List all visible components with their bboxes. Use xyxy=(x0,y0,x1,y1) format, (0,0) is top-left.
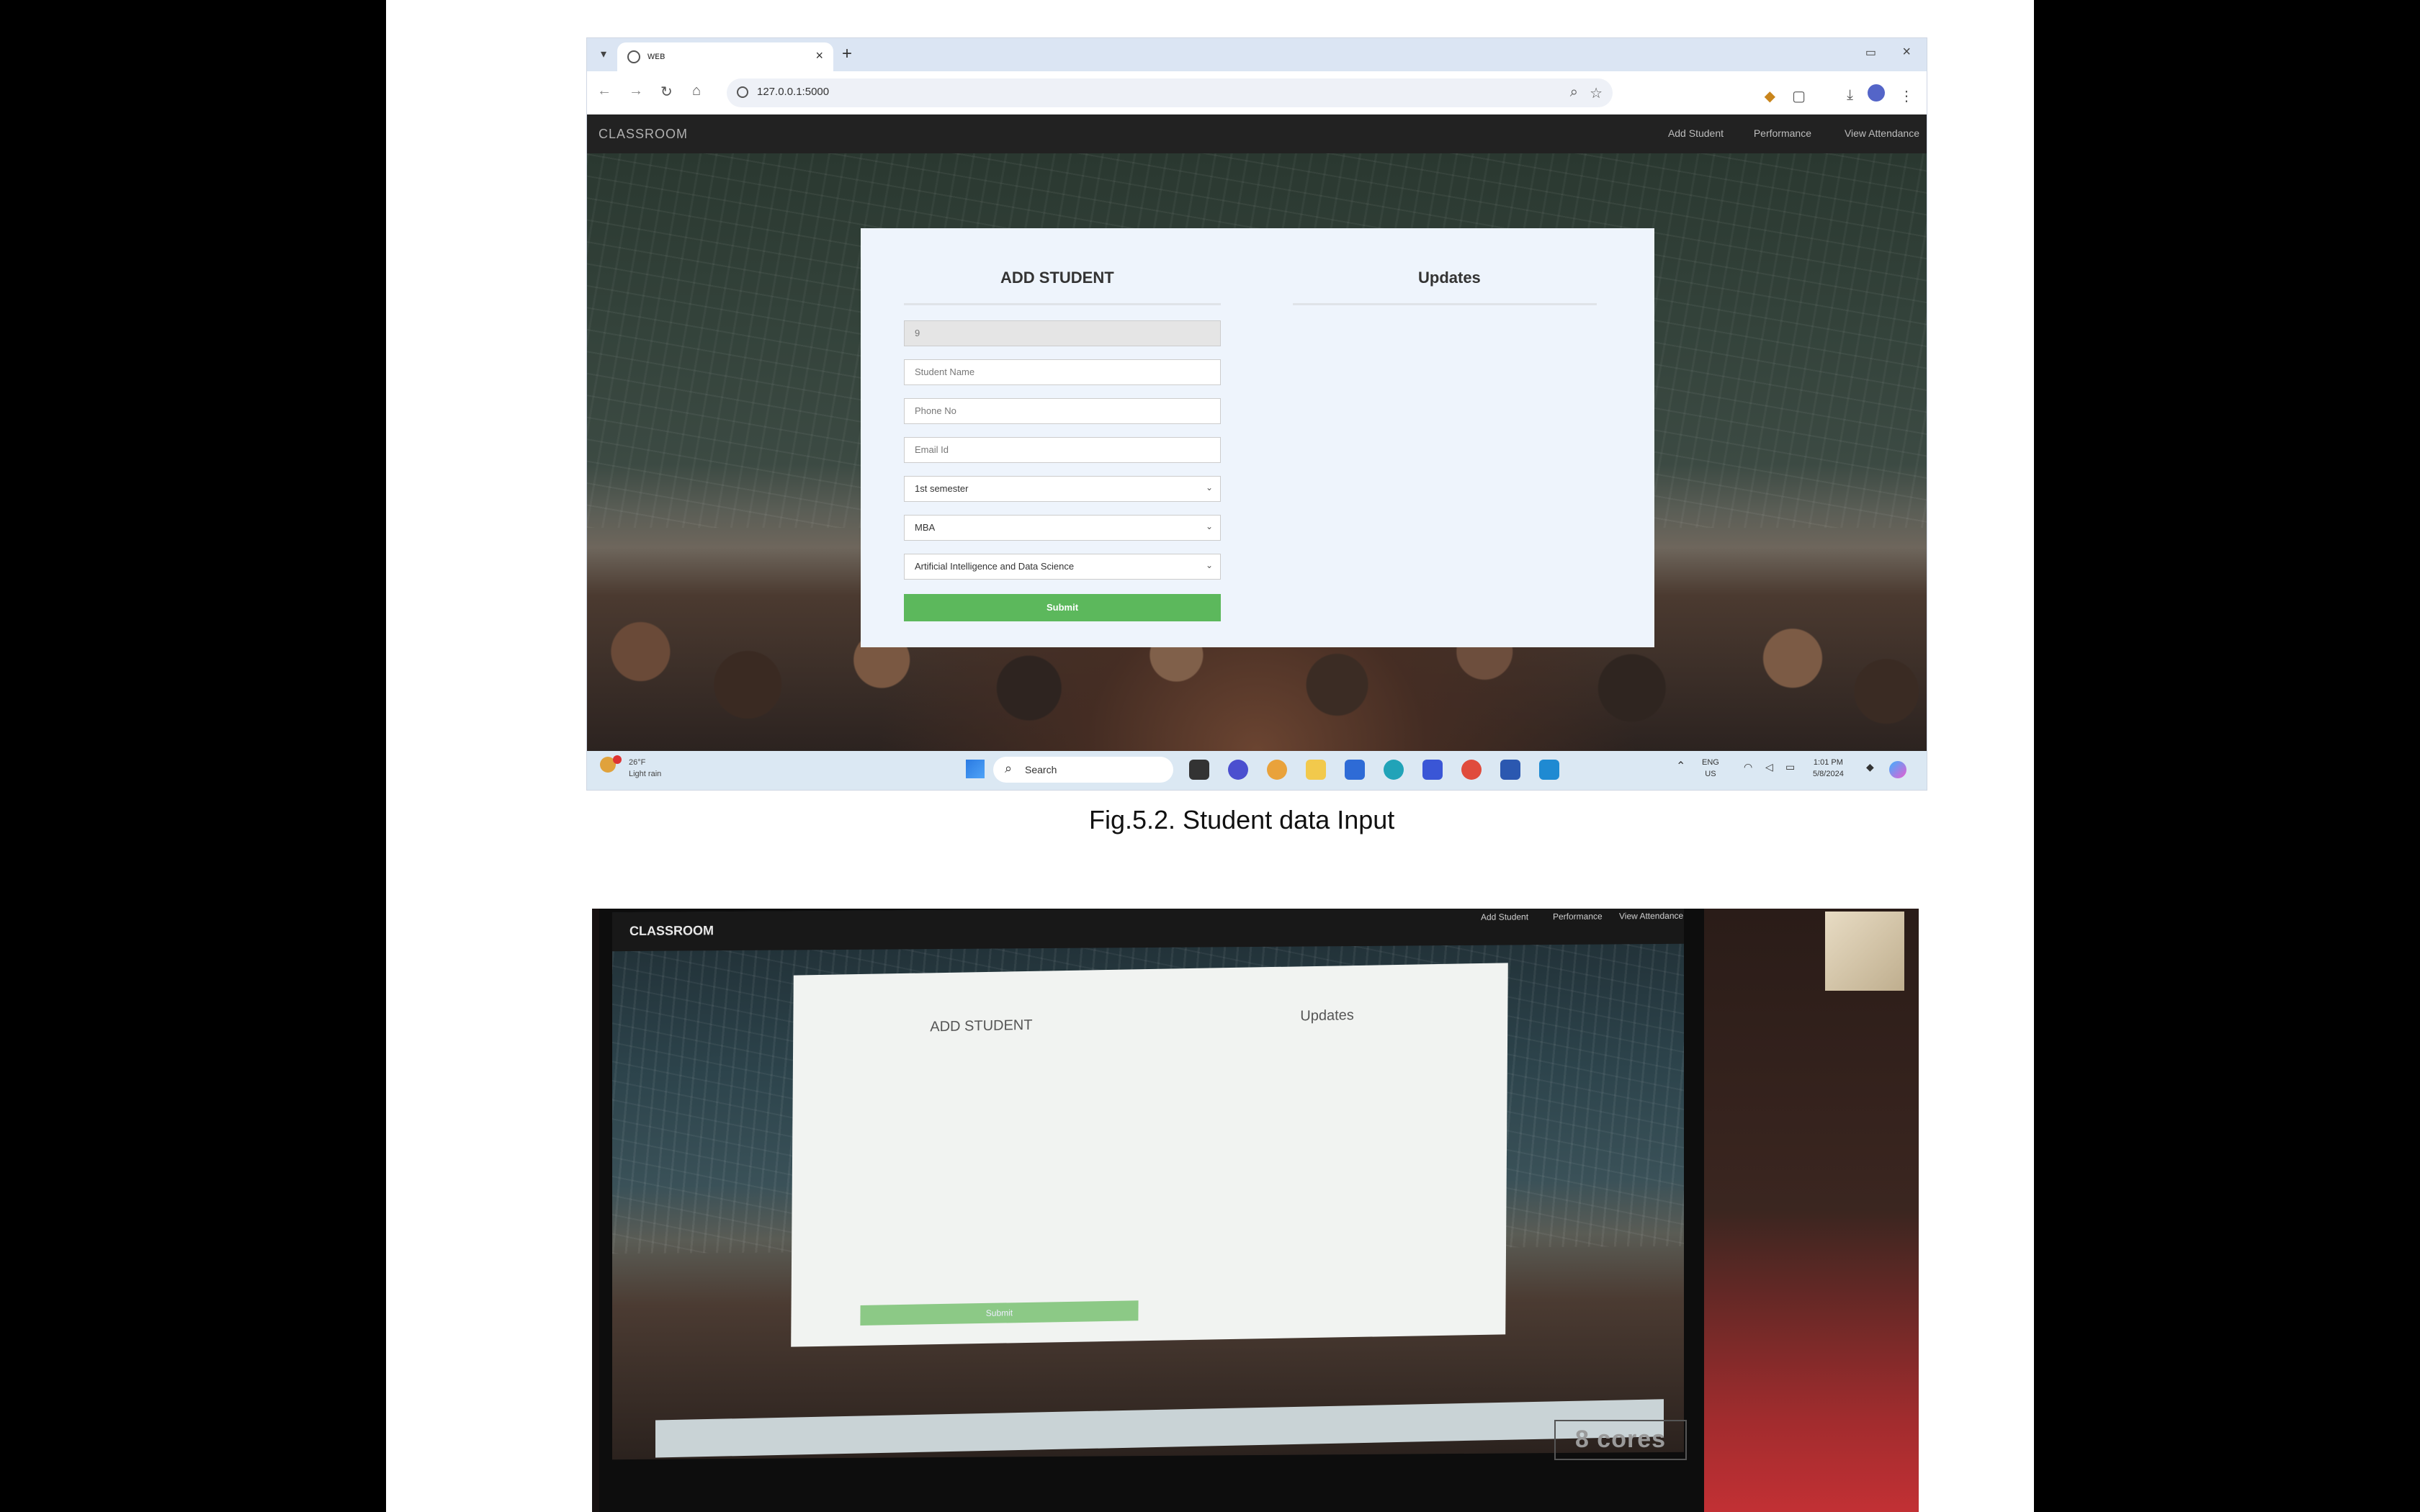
chrome-app-icon[interactable] xyxy=(1461,760,1482,780)
phone-input[interactable]: Phone No xyxy=(904,398,1221,424)
updates-title: Updates xyxy=(1418,269,1481,287)
site-info-icon[interactable] xyxy=(737,86,748,98)
tray-overflow-icon[interactable]: ⌃ xyxy=(1676,761,1685,773)
url-text: 127.0.0.1:5000 xyxy=(757,86,830,98)
clock-time: 1:01 PM xyxy=(1813,758,1843,767)
weather-temp: 26°F xyxy=(629,758,646,767)
clock[interactable]: 1:01 PM 5/8/2024 xyxy=(1813,757,1844,780)
weather-widget[interactable]: 26°F Light rain xyxy=(629,757,661,780)
window-close-icon[interactable]: × xyxy=(1902,44,1911,60)
photo-updates-title: Updates xyxy=(1300,1007,1354,1025)
battery-icon[interactable]: ▭ xyxy=(1785,761,1795,773)
file-explorer-icon[interactable] xyxy=(1306,760,1326,780)
region-code: US xyxy=(1705,770,1716,778)
monitor-label: 8 cores xyxy=(1554,1420,1687,1460)
notification-badge xyxy=(613,755,622,764)
task-view-icon[interactable] xyxy=(1189,760,1209,780)
zoom-icon[interactable]: ⌕ xyxy=(1570,84,1578,101)
student-id-field[interactable]: 9 xyxy=(904,320,1221,346)
close-tab-icon[interactable]: × xyxy=(815,48,823,63)
extension-icon[interactable]: ◆ xyxy=(1765,87,1775,105)
browser-toolbar: ← → ↻ ⌂ 127.0.0.1:5000 ⌕ ☆ ◆ ▢ ⤓ ⋮ xyxy=(587,71,1927,114)
photo-app-brand: CLASSROOM xyxy=(629,923,714,939)
photo-taskbar xyxy=(655,1399,1664,1458)
updates-divider xyxy=(1293,303,1597,305)
department-value: Artificial Intelligence and Data Science xyxy=(915,561,1075,572)
tab-strip: ▾ ᴡᴇʙ × + ▭ × xyxy=(587,38,1927,71)
back-icon[interactable]: ← xyxy=(597,83,611,99)
form-title: ADD STUDENT xyxy=(1000,269,1114,287)
store-icon[interactable] xyxy=(1345,760,1365,780)
chevron-down-icon: ⌄ xyxy=(1205,482,1213,492)
vscode-icon[interactable] xyxy=(1539,760,1559,780)
windows-start-icon[interactable] xyxy=(966,760,985,778)
extensions-puzzle-icon[interactable]: ▢ xyxy=(1792,87,1806,105)
photo-nav-performance: Performance xyxy=(1553,911,1603,922)
volume-icon[interactable]: ◁ xyxy=(1765,761,1773,773)
photo-form-card: ADD STUDENT Updates Submit xyxy=(791,963,1508,1347)
department-select[interactable]: Artificial Intelligence and Data Science… xyxy=(904,554,1221,580)
reload-icon[interactable]: ↻ xyxy=(660,83,673,101)
nav-add-student[interactable]: Add Student xyxy=(1668,127,1724,139)
tab-title: ᴡᴇʙ xyxy=(647,50,666,61)
language-indicator[interactable]: ENG US xyxy=(1702,757,1719,780)
monitor-photo: CLASSROOM Add Student Performance View A… xyxy=(592,909,1919,1512)
notification-bell-icon[interactable]: ◆ xyxy=(1866,761,1874,773)
copilot-icon[interactable] xyxy=(1889,761,1906,778)
photo-nav-view-attendance: View Attendance xyxy=(1619,910,1684,922)
form-title-divider xyxy=(904,303,1221,305)
photo-form-title: ADD STUDENT xyxy=(930,1017,1033,1035)
email-input[interactable]: Email Id xyxy=(904,437,1221,463)
add-student-card: ADD STUDENT Updates 9 Student Name Phone… xyxy=(861,228,1654,647)
browser-screenshot: ▾ ᴡᴇʙ × + ▭ × ← → ↻ ⌂ 127.0.0.1:5000 ⌕ ☆… xyxy=(586,37,1927,791)
chat-icon[interactable] xyxy=(1228,760,1248,780)
profile-avatar[interactable] xyxy=(1868,84,1885,102)
program-value: MBA xyxy=(915,522,936,533)
window-light xyxy=(1825,912,1904,991)
teams-icon[interactable] xyxy=(1422,760,1443,780)
minimize-icon[interactable]: ▭ xyxy=(1865,45,1876,60)
wifi-icon[interactable]: ◠ xyxy=(1744,761,1752,773)
program-select[interactable]: MBA ⌄ xyxy=(904,515,1221,541)
chevron-down-icon: ⌄ xyxy=(1205,521,1213,531)
semester-select[interactable]: 1st semester ⌄ xyxy=(904,476,1221,502)
semester-value: 1st semester xyxy=(915,483,969,494)
edge-icon[interactable] xyxy=(1384,760,1404,780)
globe-icon xyxy=(627,50,640,63)
classroom-background: ADD STUDENT Updates 9 Student Name Phone… xyxy=(587,153,1927,751)
download-icon[interactable]: ⤓ xyxy=(1847,87,1853,104)
windows-taskbar: 26°F Light rain ⌕ Search ⌃ ENG US ◠ ◁ ▭ … xyxy=(587,751,1927,790)
language-code: ENG xyxy=(1702,758,1719,767)
monitor-bezel: CLASSROOM Add Student Performance View A… xyxy=(599,909,1704,1512)
monitor-screen: CLASSROOM Add Student Performance View A… xyxy=(612,909,1684,1460)
photo-nav-add-student: Add Student xyxy=(1481,912,1529,922)
tab-search-icon[interactable]: ▾ xyxy=(594,45,613,64)
submit-button[interactable]: Submit xyxy=(904,594,1221,621)
kebab-menu-icon[interactable]: ⋮ xyxy=(1899,87,1914,105)
room-background xyxy=(1687,909,1919,1512)
search-icon: ⌕ xyxy=(1005,761,1013,775)
taskbar-search[interactable]: ⌕ Search xyxy=(993,757,1173,783)
browser-tab[interactable]: ᴡᴇʙ × xyxy=(617,42,833,71)
app-navbar: CLASSROOM Add Student Performance View A… xyxy=(587,114,1927,153)
chevron-down-icon: ⌄ xyxy=(1205,560,1213,570)
new-tab-icon[interactable]: + xyxy=(842,44,852,64)
home-icon[interactable]: ⌂ xyxy=(692,83,701,99)
forward-icon[interactable]: → xyxy=(629,83,643,99)
student-name-input[interactable]: Student Name xyxy=(904,359,1221,385)
weather-desc: Light rain xyxy=(629,770,662,778)
taskbar-search-label: Search xyxy=(1025,764,1057,775)
word-icon[interactable] xyxy=(1500,760,1520,780)
photo-submit-button: Submit xyxy=(860,1300,1139,1326)
chrome-icon[interactable] xyxy=(1267,760,1287,780)
nav-performance[interactable]: Performance xyxy=(1754,127,1811,139)
bookmark-star-icon[interactable]: ☆ xyxy=(1590,84,1603,102)
clock-date: 5/8/2024 xyxy=(1813,770,1844,778)
nav-view-attendance[interactable]: View Attendance xyxy=(1845,127,1919,139)
app-brand[interactable]: CLASSROOM xyxy=(599,127,688,142)
figure-caption: Fig.5.2. Student data Input xyxy=(1089,805,1395,834)
address-bar[interactable]: 127.0.0.1:5000 ⌕ ☆ xyxy=(727,78,1613,107)
